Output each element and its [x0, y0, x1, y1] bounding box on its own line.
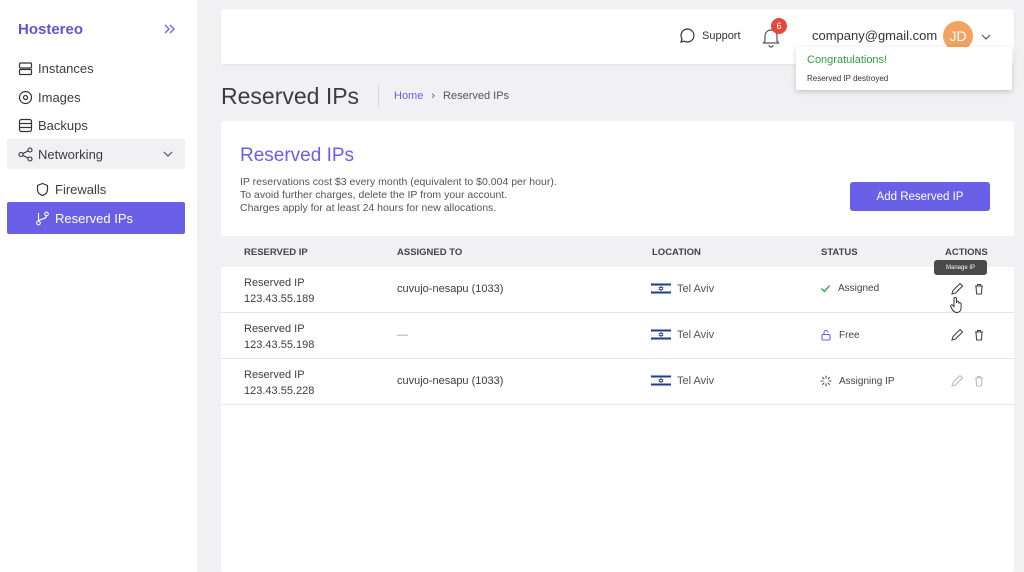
- branch-icon: [35, 211, 50, 226]
- hand-cursor-icon: [950, 296, 964, 314]
- column-header: ASSIGNED TO: [397, 247, 463, 258]
- sidebar: Hostereo Instances Images Backups Networ…: [0, 0, 197, 572]
- server-icon: [18, 61, 33, 76]
- chevron-down-icon: [162, 148, 174, 160]
- sidebar-item-label: Backups: [38, 117, 88, 133]
- sidebar-item-backups[interactable]: Backups: [7, 110, 185, 140]
- israel-flag-icon: [651, 328, 677, 341]
- sidebar-item-instances[interactable]: Instances: [7, 53, 185, 83]
- reserved-ip-name: Reserved IP: [244, 369, 305, 381]
- assigned-to: cuvujo-nesapu (1033): [397, 375, 504, 387]
- breadcrumb-current: Reserved IPs: [443, 90, 510, 102]
- brand-logo[interactable]: Hostereo: [18, 21, 83, 38]
- toast-title: Congratulations!: [807, 54, 888, 66]
- assigned-to: —: [397, 329, 408, 341]
- card-title: Reserved IPs: [240, 145, 355, 166]
- reserved-ip-address: 123.43.55.198: [244, 339, 315, 351]
- location-label: Tel Aviv: [677, 328, 715, 341]
- chevron-down-icon[interactable]: [980, 31, 992, 43]
- success-toast: Congratulations! Reserved IP destroyed: [796, 47, 1012, 90]
- location-cell: Tel Aviv: [651, 328, 714, 341]
- column-header: ACTIONS: [945, 247, 988, 258]
- sidebar-item-networking[interactable]: Networking: [7, 139, 185, 169]
- table-row: Reserved IP 123.43.55.228 cuvujo-nesapu …: [221, 359, 1014, 405]
- trash-icon: [972, 374, 986, 388]
- row-actions: [950, 282, 994, 296]
- breadcrumb-separator-icon: ›: [431, 90, 436, 102]
- toast-message: Reserved IP destroyed: [807, 74, 889, 83]
- reserved-ip-address: 123.43.55.189: [244, 293, 315, 305]
- support-label: Support: [702, 29, 741, 42]
- column-header: RESERVED IP: [244, 247, 308, 258]
- edit-pencil-icon[interactable]: [950, 282, 964, 296]
- add-reserved-ip-button[interactable]: Add Reserved IP: [850, 182, 990, 211]
- assigned-to: cuvujo-nesapu (1033): [397, 283, 504, 295]
- description-line: Charges apply for at least 24 hours for …: [240, 202, 497, 214]
- spinner-icon: [820, 375, 839, 387]
- row-actions: [950, 374, 994, 388]
- reserved-ip-name: Reserved IP: [244, 323, 305, 335]
- reserved-ip-cell: Reserved IP 123.43.55.228: [244, 367, 314, 399]
- card-description: IP reservations cost $3 every month (equ…: [240, 176, 557, 215]
- user-email[interactable]: company@gmail.com: [812, 28, 937, 43]
- location-label: Tel Aviv: [677, 374, 715, 387]
- sidebar-item-label: Networking: [38, 146, 104, 162]
- israel-flag-icon: [651, 374, 677, 387]
- description-line: To avoid further charges, delete the IP …: [240, 189, 508, 201]
- shield-icon: [35, 182, 50, 197]
- trash-icon[interactable]: [972, 328, 986, 342]
- breadcrumb: Home › Reserved IPs: [394, 90, 509, 102]
- edit-pencil-icon[interactable]: [950, 328, 964, 342]
- breadcrumb-home[interactable]: Home: [394, 90, 423, 102]
- collapse-sidebar-icon[interactable]: [162, 21, 178, 37]
- sidebar-item-label: Images: [38, 89, 81, 105]
- location-label: Tel Aviv: [677, 282, 715, 295]
- sidebar-item-label: Firewalls: [55, 181, 107, 197]
- sidebar-item-label: Reserved IPs: [55, 210, 134, 226]
- table-row: Reserved IP 123.43.55.189 cuvujo-nesapu …: [221, 267, 1014, 313]
- status-label: Assigned: [838, 283, 880, 294]
- notification-badge: 6: [771, 18, 787, 34]
- column-header: LOCATION: [652, 247, 701, 258]
- row-actions: [950, 328, 994, 342]
- status-label: Free: [839, 329, 860, 341]
- reserved-ips-card: Reserved IPs IP reservations cost $3 eve…: [221, 121, 1014, 572]
- edit-pencil-icon: [950, 374, 964, 388]
- israel-flag-icon: [651, 282, 677, 295]
- disc-icon: [18, 90, 33, 105]
- reserved-ip-name: Reserved IP: [244, 277, 305, 289]
- description-line: IP reservations cost $3 every month (equ…: [240, 176, 557, 188]
- share-icon: [18, 146, 33, 162]
- manage-ip-tooltip: Manage IP: [934, 260, 987, 275]
- chat-bubble-icon: [679, 27, 702, 44]
- column-header: STATUS: [821, 247, 858, 258]
- divider: [378, 84, 379, 108]
- unlock-icon: [820, 329, 839, 341]
- page-title: Reserved IPs: [221, 83, 360, 109]
- reserved-ip-cell: Reserved IP 123.43.55.189: [244, 275, 314, 307]
- status-badge: Assigned: [820, 283, 879, 294]
- table-header: RESERVED IP ASSIGNED TO LOCATION STATUS …: [221, 236, 1014, 267]
- check-icon: [820, 283, 838, 294]
- sidebar-item-firewalls[interactable]: Firewalls: [7, 174, 185, 204]
- location-cell: Tel Aviv: [651, 282, 714, 295]
- location-cell: Tel Aviv: [651, 374, 714, 387]
- status-badge: Free: [820, 329, 860, 341]
- status-label: Assigning IP: [839, 375, 895, 387]
- support-link[interactable]: Support: [679, 27, 741, 44]
- database-icon: [18, 118, 33, 133]
- sidebar-item-reserved-ips[interactable]: Reserved IPs: [7, 202, 185, 234]
- sidebar-item-label: Instances: [38, 60, 94, 76]
- reserved-ip-cell: Reserved IP 123.43.55.198: [244, 321, 314, 353]
- status-badge: Assigning IP: [820, 375, 895, 387]
- sidebar-item-images[interactable]: Images: [7, 82, 185, 112]
- trash-icon[interactable]: [972, 282, 986, 296]
- reserved-ip-address: 123.43.55.228: [244, 385, 315, 397]
- table-row: Reserved IP 123.43.55.198 — Tel Aviv Fre…: [221, 313, 1014, 359]
